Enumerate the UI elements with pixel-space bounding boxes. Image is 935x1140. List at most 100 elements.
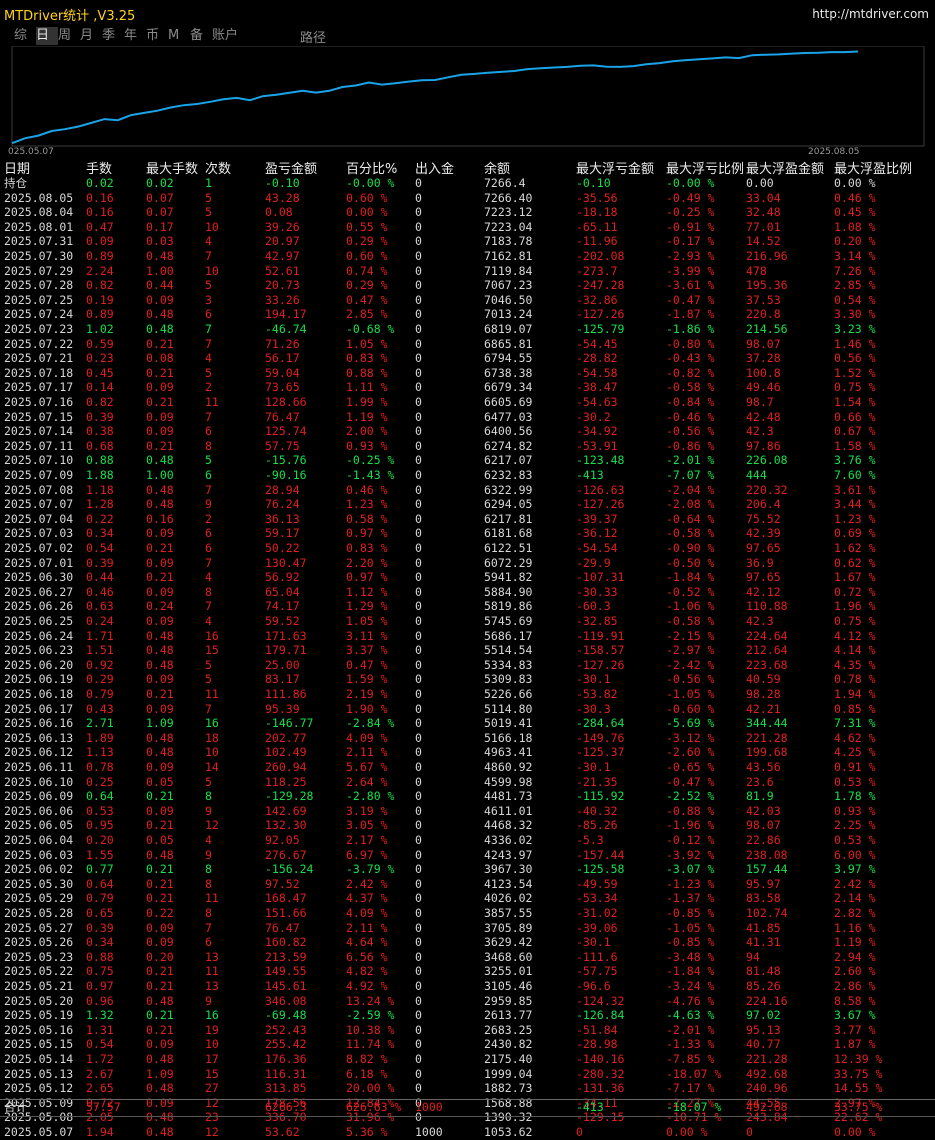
table-row[interactable]: 2025.06.24 1.71 0.48 16 171.63 3.11 % 0 5686.17… xyxy=(0,629,935,644)
table-row[interactable]: 2025.05.23 0.88 0.20 13 213.59 6.56 % 0 3468.60… xyxy=(0,950,935,965)
table-row[interactable]: 2025.07.07 1.28 0.48 9 76.24 1.23 % 0 6294.05 -1… xyxy=(0,497,935,512)
table-row[interactable]: 2025.06.23 1.51 0.48 15 179.71 3.37 % 0 5514.54… xyxy=(0,643,935,658)
table-row[interactable]: 2025.05.22 0.75 0.21 11 149.55 4.82 % 0 3255.01… xyxy=(0,964,935,979)
table-row[interactable]: 2025.05.14 1.72 0.48 17 176.36 8.82 % 0 2175.40… xyxy=(0,1052,935,1067)
table-row[interactable]: 2025.07.22 0.59 0.21 7 71.26 1.05 % 0 6865.81 -5… xyxy=(0,337,935,352)
website-link[interactable]: http://mtdriver.com xyxy=(812,7,929,21)
tab-route[interactable]: 路径 xyxy=(300,27,326,46)
cell-bal: 7266.40 xyxy=(484,190,533,205)
table-row[interactable]: 2025.08.01 0.47 0.17 10 39.26 0.55 % 0 7223.04 -… xyxy=(0,220,935,235)
tab-2[interactable]: 周 xyxy=(58,27,80,45)
table-row[interactable]: 2025.06.19 0.29 0.09 5 83.17 1.59 % 0 5309.83 -3… xyxy=(0,672,935,687)
table-row[interactable]: 2025.06.05 0.95 0.21 12 132.30 3.05 % 0 4468.32… xyxy=(0,818,935,833)
table-row[interactable]: 2025.07.10 0.88 0.48 5 -15.76 -0.25 % 0 6217.07… xyxy=(0,453,935,468)
table-row[interactable]: 2025.05.16 1.31 0.21 19 252.43 10.38 % 0 2683.2… xyxy=(0,1023,935,1038)
column-header-9[interactable]: 最大浮亏比例 xyxy=(666,158,744,177)
table-row[interactable]: 2025.06.10 0.25 0.05 5 118.25 2.64 % 0 4599.98 -… xyxy=(0,775,935,790)
table-row[interactable]: 2025.05.12 2.65 0.48 27 313.85 20.00 % 0 1882.7… xyxy=(0,1081,935,1096)
table-row[interactable]: 2025.05.19 1.32 0.21 16 -69.48 -2.59 % 0 2613.7… xyxy=(0,1008,935,1023)
tab-8[interactable]: 备 xyxy=(190,27,212,45)
table-row[interactable]: 2025.05.28 0.65 0.22 8 151.66 4.09 % 0 3857.55 -… xyxy=(0,906,935,921)
table-row[interactable]: 2025.07.29 2.24 1.00 10 52.61 0.74 % 0 7119.84 -… xyxy=(0,264,935,279)
table-row[interactable]: 2025.08.05 0.16 0.07 5 43.28 0.60 % 0 7266.40 -3… xyxy=(0,191,935,206)
table-row[interactable]: 2025.05.27 0.39 0.09 7 76.47 2.11 % 0 3705.89 -3… xyxy=(0,921,935,936)
cell-pnl: 20.73 xyxy=(265,278,300,293)
column-header-8[interactable]: 最大浮亏金额 xyxy=(576,158,654,177)
table-row[interactable]: 2025.07.15 0.39 0.09 7 76.47 1.19 % 0 6477.03 -3… xyxy=(0,410,935,425)
column-header-0[interactable]: 日期 xyxy=(4,158,30,177)
table-row[interactable]: 2025.07.03 0.34 0.09 6 59.17 0.97 % 0 6181.68 -3… xyxy=(0,526,935,541)
cell-date: 2025.07.07 xyxy=(4,497,74,512)
table-row[interactable]: 2025.06.17 0.43 0.09 7 95.39 1.90 % 0 5114.80 -3… xyxy=(0,702,935,717)
cell-bal: 7266.4 xyxy=(484,176,526,190)
table-row[interactable]: 2025.06.02 0.77 0.21 8 -156.24 -3.79 % 0 3967.3… xyxy=(0,862,935,877)
table-row[interactable]: 2025.06.27 0.46 0.09 8 65.04 1.12 % 0 5884.90 -3… xyxy=(0,585,935,600)
cell-bal: 7183.78 xyxy=(484,234,533,249)
column-header-6[interactable]: 出入金 xyxy=(415,158,454,177)
column-header-4[interactable]: 盈亏金额 xyxy=(265,158,317,177)
table-row[interactable]: 2025.07.04 0.22 0.16 2 36.13 0.58 % 0 6217.81 -3… xyxy=(0,512,935,527)
tab-0[interactable]: 综 xyxy=(14,27,36,45)
table-row[interactable]: 2025.07.02 0.54 0.21 6 50.22 0.83 % 0 6122.51 -5… xyxy=(0,541,935,556)
table-row[interactable]: 2025.07.14 0.38 0.09 6 125.74 2.00 % 0 6400.56 -… xyxy=(0,424,935,439)
cell-lots: 0.97 xyxy=(86,979,114,993)
column-header-7[interactable]: 余额 xyxy=(484,158,510,177)
cell-max_lots: 0.09 xyxy=(146,584,174,599)
table-row[interactable]: 2025.06.20 0.92 0.48 5 25.00 0.47 % 0 5334.83 -1… xyxy=(0,658,935,673)
table-row[interactable]: 2025.06.12 1.13 0.48 10 102.49 2.11 % 0 4963.41… xyxy=(0,745,935,760)
table-row[interactable]: 2025.07.17 0.14 0.09 2 73.65 1.11 % 0 6679.34 -3… xyxy=(0,380,935,395)
column-header-11[interactable]: 最大浮盈比例 xyxy=(834,158,912,177)
table-row[interactable]: 2025.07.21 0.23 0.08 4 56.17 0.83 % 0 6794.55 -2… xyxy=(0,351,935,366)
column-header-10[interactable]: 最大浮盈金额 xyxy=(746,158,824,177)
table-row[interactable]: 2025.05.29 0.79 0.21 11 168.47 4.37 % 0 4026.02… xyxy=(0,891,935,906)
table-row[interactable]: 2025.07.25 0.19 0.09 3 33.26 0.47 % 0 7046.50 -3… xyxy=(0,293,935,308)
table-row[interactable]: 2025.07.31 0.09 0.03 4 20.97 0.29 % 0 7183.78 -1… xyxy=(0,234,935,249)
table-row[interactable]: 2025.06.25 0.24 0.09 4 59.52 1.05 % 0 5745.69 -3… xyxy=(0,614,935,629)
tab-6[interactable]: 币 xyxy=(146,27,168,45)
table-row[interactable]: 2025.06.04 0.20 0.05 4 92.05 2.17 % 0 4336.02 -5… xyxy=(0,833,935,848)
table-row[interactable]: 2025.07.09 1.88 1.00 6 -90.16 -1.43 % 0 6232.83… xyxy=(0,468,935,483)
table-row[interactable]: 2025.05.26 0.34 0.09 6 160.82 4.64 % 0 3629.42 -… xyxy=(0,935,935,950)
table-row[interactable]: 2025.06.06 0.53 0.09 9 142.69 3.19 % 0 4611.01 -… xyxy=(0,804,935,819)
column-header-2[interactable]: 最大手数 xyxy=(146,158,198,177)
column-header-1[interactable]: 手数 xyxy=(86,158,112,177)
table-row[interactable]: 2025.07.24 0.89 0.48 6 194.17 2.85 % 0 7013.24 -… xyxy=(0,307,935,322)
table-row[interactable]: 2025.06.03 1.55 0.48 9 276.67 6.97 % 0 4243.97 -… xyxy=(0,848,935,863)
column-header-5[interactable]: 百分比% xyxy=(346,158,397,177)
table-row[interactable]: 2025.07.28 0.82 0.44 5 20.73 0.29 % 0 7067.23 -2… xyxy=(0,278,935,293)
tab-9[interactable]: 账户 xyxy=(212,27,248,45)
tab-7[interactable]: M xyxy=(168,27,190,45)
tab-1[interactable]: 日 xyxy=(36,27,58,45)
tab-4[interactable]: 季 xyxy=(102,27,124,45)
table-row[interactable]: 2025.07.30 0.89 0.48 7 42.97 0.60 % 0 7162.81 -2… xyxy=(0,249,935,264)
table-row[interactable]: 2025.06.09 0.64 0.21 8 -129.28 -2.80 % 0 4481.7… xyxy=(0,789,935,804)
column-header-3[interactable]: 次数 xyxy=(205,158,231,177)
cell-io: 0 xyxy=(415,599,422,614)
table-row[interactable]: 2025.05.15 0.54 0.09 10 255.42 11.74 % 0 2430.8… xyxy=(0,1037,935,1052)
table-row[interactable]: 2025.08.04 0.16 0.07 5 0.08 0.00 % 0 7223.12 -18… xyxy=(0,205,935,220)
table-row[interactable]: 2025.07.11 0.68 0.21 8 57.75 0.93 % 0 6274.82 -5… xyxy=(0,439,935,454)
tab-5[interactable]: 年 xyxy=(124,27,146,45)
tab-3[interactable]: 月 xyxy=(80,27,102,45)
table-row[interactable]: 2025.07.23 1.02 0.48 7 -46.74 -0.68 % 0 6819.07… xyxy=(0,322,935,337)
table-row[interactable]: 2025.05.21 0.97 0.21 13 145.61 4.92 % 0 3105.46… xyxy=(0,979,935,994)
cell-pct: 1.19 % xyxy=(346,409,388,424)
cell-pct: -0.68 % xyxy=(346,322,395,336)
table-row[interactable]: 2025.07.01 0.39 0.09 7 130.47 2.20 % 0 6072.29 -… xyxy=(0,556,935,571)
cell-lots: 0.47 xyxy=(86,219,114,234)
position-row[interactable]: 持仓 0.02 0.02 1 -0.10 -0.00 % 0 7266.4 -0.10 -0.00… xyxy=(0,176,935,191)
table-row[interactable]: 2025.05.13 2.67 1.09 15 116.31 6.18 % 0 1999.04… xyxy=(0,1067,935,1082)
table-row[interactable]: 2025.06.11 0.78 0.09 14 260.94 5.67 % 0 4860.92… xyxy=(0,760,935,775)
table-row[interactable]: 2025.07.08 1.18 0.48 7 28.94 0.46 % 0 6322.99 -1… xyxy=(0,483,935,498)
table-row[interactable]: 2025.06.26 0.63 0.24 7 74.17 1.29 % 0 5819.86 -6… xyxy=(0,599,935,614)
cell-bal: 6794.55 xyxy=(484,351,533,366)
table-row[interactable]: 2025.05.30 0.64 0.21 8 97.52 2.42 % 0 4123.54 -4… xyxy=(0,877,935,892)
table-row[interactable]: 2025.06.16 2.71 1.09 16 -146.77 -2.84 % 0 5019.… xyxy=(0,716,935,731)
table-row[interactable]: 2025.06.30 0.44 0.21 4 56.92 0.97 % 0 5941.82 -1… xyxy=(0,570,935,585)
table-row[interactable]: 2025.06.18 0.79 0.21 11 111.86 2.19 % 0 5226.66… xyxy=(0,687,935,702)
table-row[interactable]: 2025.07.16 0.82 0.21 11 128.66 1.99 % 0 6605.69… xyxy=(0,395,935,410)
table-row[interactable]: 2025.07.18 0.45 0.21 5 59.04 0.88 % 0 6738.38 -5… xyxy=(0,366,935,381)
table-row[interactable]: 2025.06.13 1.89 0.48 18 202.77 4.09 % 0 5166.18… xyxy=(0,731,935,746)
cell-mfp: 43.56 xyxy=(746,760,781,774)
table-row[interactable]: 2025.05.20 0.96 0.48 9 346.08 13.24 % 0 2959.85… xyxy=(0,994,935,1009)
